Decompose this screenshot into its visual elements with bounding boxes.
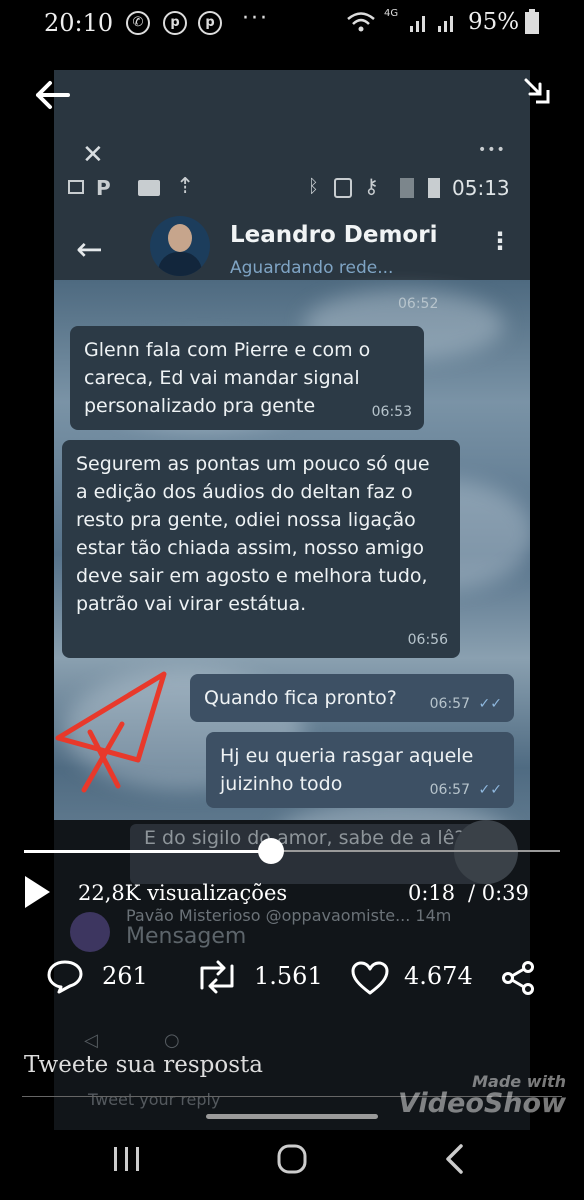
- share-icon[interactable]: [500, 960, 538, 996]
- network-type: 4G: [384, 8, 399, 19]
- watermark-line2: VideoShow: [398, 1088, 567, 1119]
- faded-author: Pavão Misterioso @oppavaomiste... 14m: [126, 906, 452, 925]
- read-checks-icon: ✓✓: [478, 782, 502, 798]
- read-checks-icon: ✓✓: [478, 696, 502, 712]
- parking-icon: P: [96, 176, 111, 200]
- avatar: [150, 216, 210, 276]
- chat-message-outgoing: Quando fica pronto? 06:57 ✓✓: [190, 674, 514, 722]
- chat-message: Glenn fala com Pierre e com o careca, Ed…: [70, 326, 424, 430]
- faded-message: E do sigilo do amor, sabe de a lê?: [144, 827, 465, 849]
- whatsapp-icon: ✆: [126, 11, 150, 35]
- inner-battery-icon: [428, 178, 440, 198]
- retweet-count: 1.561: [254, 962, 323, 990]
- close-icon: ✕: [82, 140, 104, 170]
- reply-count: 261: [102, 962, 148, 990]
- no-signal-icon: [400, 178, 414, 198]
- chat-message: Segurem as pontas um pouco só que a ediç…: [62, 440, 460, 658]
- inner-phone-top: [54, 70, 530, 280]
- message-text: Quando fica pronto?: [204, 687, 397, 709]
- faded-nav-back: ◁: [84, 1030, 98, 1051]
- home-indicator: [206, 1114, 378, 1119]
- message-time: 06:57: [429, 782, 470, 798]
- like-count: 4.674: [404, 962, 473, 990]
- vibrate-icon: [334, 178, 352, 198]
- chat-message-outgoing: Hj eu queria rasgar aquele juizinho todo…: [206, 732, 514, 808]
- pinterest-icon: p: [198, 11, 222, 35]
- overflow-notifications-icon: ···: [242, 6, 269, 31]
- battery-icon: [525, 9, 539, 34]
- progress-scrubber[interactable]: [258, 838, 284, 864]
- more-icon: •••: [478, 142, 506, 158]
- message-text: Segurem as pontas um pouco só que a ediç…: [76, 453, 430, 615]
- back-arrow-icon[interactable]: [34, 80, 70, 110]
- message-time: 06:53: [371, 404, 412, 420]
- faded-avatar: [70, 912, 110, 952]
- clock: 20:10: [44, 9, 114, 37]
- message-time: 06:56: [407, 632, 448, 648]
- retweet-icon[interactable]: [194, 960, 240, 994]
- image-icon: [68, 180, 84, 194]
- key-icon: ⚷: [364, 174, 379, 198]
- red-arrow-annotation: [55, 671, 167, 793]
- pinterest-icon: p: [163, 11, 187, 35]
- faded-nav-home: ○: [164, 1030, 180, 1051]
- progress-fill: [24, 850, 271, 853]
- message-time: 06:57: [429, 696, 470, 712]
- battery-percent: 95%: [468, 9, 520, 35]
- view-count: 22,8K visualizações: [78, 881, 288, 905]
- navigation-bar: [0, 1130, 584, 1200]
- duration: / 0:39: [468, 881, 529, 905]
- faded-scroll-button: [454, 820, 518, 884]
- videoshow-watermark: Made with VideoShow: [398, 1072, 566, 1117]
- bluetooth-icon: ᛒ: [308, 176, 319, 197]
- play-icon[interactable]: [22, 874, 52, 910]
- upload-icon: ⇡: [176, 174, 195, 199]
- faded-input: Mensagem: [126, 924, 247, 949]
- faded-reply: Tweet your reply: [88, 1090, 221, 1109]
- reply-icon[interactable]: [46, 958, 84, 994]
- like-icon[interactable]: [350, 960, 390, 996]
- inner-status-bar: P ⇡ ᛒ ⚷ 05:13: [68, 174, 518, 204]
- chat-menu-icon: ⋮: [488, 227, 512, 255]
- reply-input[interactable]: Tweete sua resposta: [24, 1052, 263, 1078]
- recent-apps-icon[interactable]: [112, 1146, 142, 1172]
- inner-clock: 05:13: [452, 176, 510, 200]
- chat-back-icon: ←: [76, 230, 103, 268]
- current-time: 0:18: [408, 881, 456, 905]
- wifi-icon: [347, 12, 375, 32]
- home-icon[interactable]: [276, 1143, 308, 1175]
- signal-icon: [410, 16, 453, 32]
- message-icon: [138, 180, 160, 196]
- contact-status: Aguardando rede...: [230, 258, 394, 278]
- message-text: Glenn fala com Pierre e com o careca, Ed…: [84, 339, 371, 417]
- status-bar: 20:10 ✆ p p ··· 4G 95%: [0, 0, 584, 46]
- minimize-video-icon[interactable]: [522, 76, 554, 108]
- message-time: 06:52: [398, 296, 439, 312]
- contact-name: Leandro Demori: [230, 222, 438, 248]
- back-icon[interactable]: [444, 1144, 464, 1174]
